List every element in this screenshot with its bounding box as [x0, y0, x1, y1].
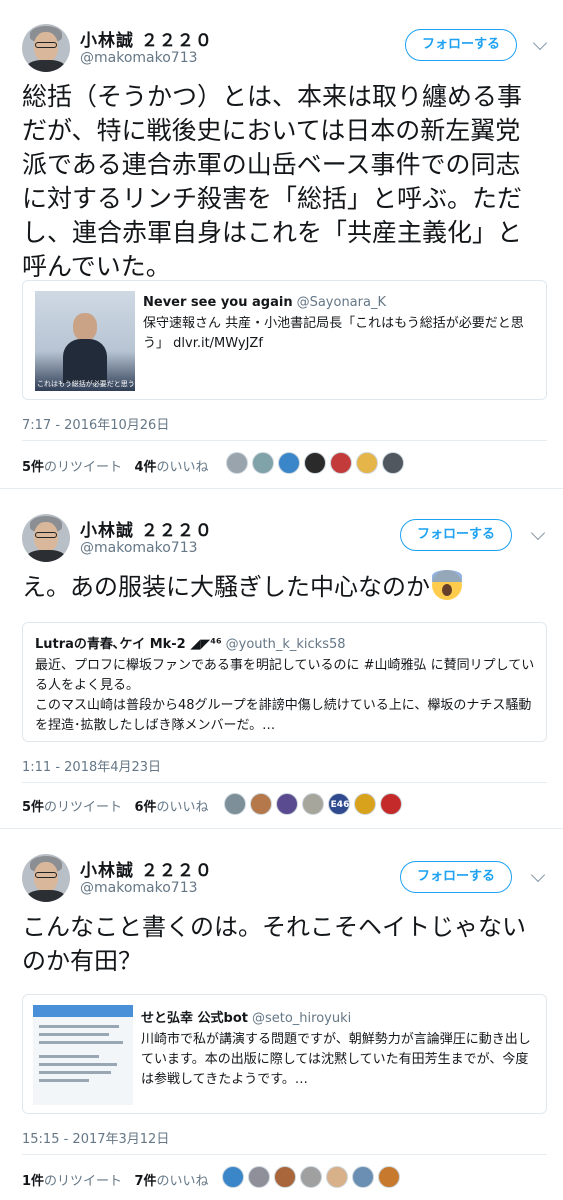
- tweet-1: 小林誠 ２２２０ @makomako713 フォローする 総括（そうかつ）とは、…: [0, 0, 563, 490]
- liker-avatar[interactable]: [274, 1166, 296, 1188]
- quoted-tweet[interactable]: せと弘幸 公式bot @seto_hiroyuki 川崎市で私が講演する問題ですが…: [22, 994, 547, 1114]
- quoted-user-name: Lutraの青春､ケイ Mk-2 ◢◤⁴⁶ @youth_k_kicks58: [35, 637, 346, 652]
- engagement-stats: 5件のリツイート 6件のいいね: [22, 796, 209, 815]
- liker-avatar[interactable]: [378, 1166, 400, 1188]
- quoted-tweet-image: これはもう総括が必要だと思う: [35, 291, 135, 391]
- retweets-label[interactable]: のリツイート: [44, 800, 122, 815]
- liker-avatar[interactable]: [252, 452, 274, 474]
- quoted-user-name: Never see you again @Sayonara_K: [143, 295, 386, 310]
- follow-button[interactable]: フォローする: [400, 861, 512, 893]
- tweet-text: え。あの服装に大騒ぎした中心なのか: [22, 570, 547, 604]
- liker-avatar[interactable]: [330, 452, 352, 474]
- user-name[interactable]: 小林誠 ２２２０: [80, 516, 213, 541]
- retweets-count[interactable]: 5件: [22, 800, 44, 815]
- follow-button[interactable]: フォローする: [405, 29, 517, 61]
- user-handle[interactable]: @makomako713: [80, 50, 198, 66]
- liker-avatar[interactable]: [222, 1166, 244, 1188]
- quoted-text: 川崎市で私が講演する問題ですが、朝鮮勢力が言論弾圧に動き出しています。本の出版に…: [141, 1032, 531, 1087]
- follow-button[interactable]: フォローする: [400, 519, 512, 551]
- likes-count[interactable]: 4件: [134, 460, 156, 475]
- chevron-down-icon[interactable]: [530, 525, 546, 541]
- quoted-text: 最近、プロフに欅坂ファンである事を明記しているのに #山崎雅弘 に賛同リプしてい…: [35, 658, 535, 733]
- tweet-text: 総括（そうかつ）とは、本来は取り纏める事だが、特に戦後史においては日本の新左翼党…: [22, 82, 523, 281]
- quoted-tweet[interactable]: これはもう総括が必要だと思う Never see you again @Sayon…: [22, 280, 547, 400]
- liker-avatar[interactable]: [302, 793, 324, 815]
- retweets-label[interactable]: のリツイート: [44, 1174, 122, 1189]
- quoted-user-handle: @youth_k_kicks58: [225, 637, 346, 652]
- avatar[interactable]: [22, 854, 70, 902]
- quoted-user-name: せと弘幸 公式bot @seto_hiroyuki: [141, 1011, 352, 1026]
- quoted-tweet-image: [33, 1005, 133, 1105]
- scream-emoji-icon: [432, 570, 462, 600]
- tweet-3: 小林誠 ２２２０ @makomako713 フォローする こんなこと書くのは。そ…: [0, 830, 563, 1200]
- liker-avatar[interactable]: [248, 1166, 270, 1188]
- timestamp[interactable]: 1:11 - 2018年4月23日: [22, 756, 161, 775]
- liker-avatar[interactable]: [226, 452, 248, 474]
- likes-count[interactable]: 7件: [134, 1174, 156, 1189]
- likes-label[interactable]: のいいね: [157, 1174, 209, 1189]
- liker-avatar[interactable]: [382, 452, 404, 474]
- avatar[interactable]: [22, 514, 70, 562]
- liker-avatar[interactable]: [300, 1166, 322, 1188]
- liker-avatar[interactable]: [354, 793, 376, 815]
- quoted-text: 保守速報さん 共産・小池書記局長「これはもう総括が必要だと思う」 dlvr.it…: [143, 316, 524, 351]
- engagement-stats: 1件のリツイート 7件のいいね: [22, 1170, 209, 1189]
- divider: [0, 488, 563, 489]
- liker-avatar[interactable]: E46: [328, 793, 350, 815]
- liker-badge: E46: [330, 800, 350, 810]
- likes-label[interactable]: のいいね: [157, 460, 209, 475]
- user-name[interactable]: 小林誠 ２２２０: [80, 856, 213, 881]
- retweets-count[interactable]: 5件: [22, 460, 44, 475]
- chevron-down-icon[interactable]: [530, 867, 546, 883]
- timestamp[interactable]: 7:17 - 2016年10月26日: [22, 414, 169, 433]
- retweets-label[interactable]: のリツイート: [44, 460, 122, 475]
- tweet-2: 小林誠 ２２２０ @makomako713 フォローする え。あの服装に大騒ぎし…: [0, 490, 563, 830]
- quoted-user-handle: @seto_hiroyuki: [251, 1011, 352, 1026]
- engagement-stats: 5件のリツイート 4件のいいね: [22, 456, 209, 475]
- divider: [22, 1154, 547, 1155]
- divider: [22, 440, 547, 441]
- liker-avatar[interactable]: [250, 793, 272, 815]
- liker-avatar[interactable]: [352, 1166, 374, 1188]
- chevron-down-icon[interactable]: [532, 35, 548, 51]
- divider: [22, 782, 547, 783]
- liker-avatar[interactable]: [224, 793, 246, 815]
- liker-avatar[interactable]: [380, 793, 402, 815]
- thumb-caption: これはもう総括が必要だと思う: [37, 380, 135, 388]
- tweet-text: こんなこと書くのは。それこそヘイトじゃないのか有田？: [22, 913, 526, 975]
- likes-count[interactable]: 6件: [134, 800, 156, 815]
- liker-avatar[interactable]: [278, 452, 300, 474]
- divider: [0, 828, 563, 829]
- retweets-count[interactable]: 1件: [22, 1174, 44, 1189]
- user-handle[interactable]: @makomako713: [80, 880, 198, 896]
- user-name[interactable]: 小林誠 ２２２０: [80, 26, 213, 51]
- quoted-user-handle: @Sayonara_K: [296, 295, 386, 310]
- quoted-tweet[interactable]: Lutraの青春､ケイ Mk-2 ◢◤⁴⁶ @youth_k_kicks58 最近…: [22, 622, 547, 742]
- likes-label[interactable]: のいいね: [157, 800, 209, 815]
- user-handle[interactable]: @makomako713: [80, 540, 198, 556]
- liker-avatar[interactable]: [326, 1166, 348, 1188]
- liker-avatar[interactable]: [276, 793, 298, 815]
- timestamp[interactable]: 15:15 - 2017年3月12日: [22, 1128, 169, 1147]
- liker-avatar[interactable]: [356, 452, 378, 474]
- liker-avatar[interactable]: [304, 452, 326, 474]
- avatar[interactable]: [22, 24, 70, 72]
